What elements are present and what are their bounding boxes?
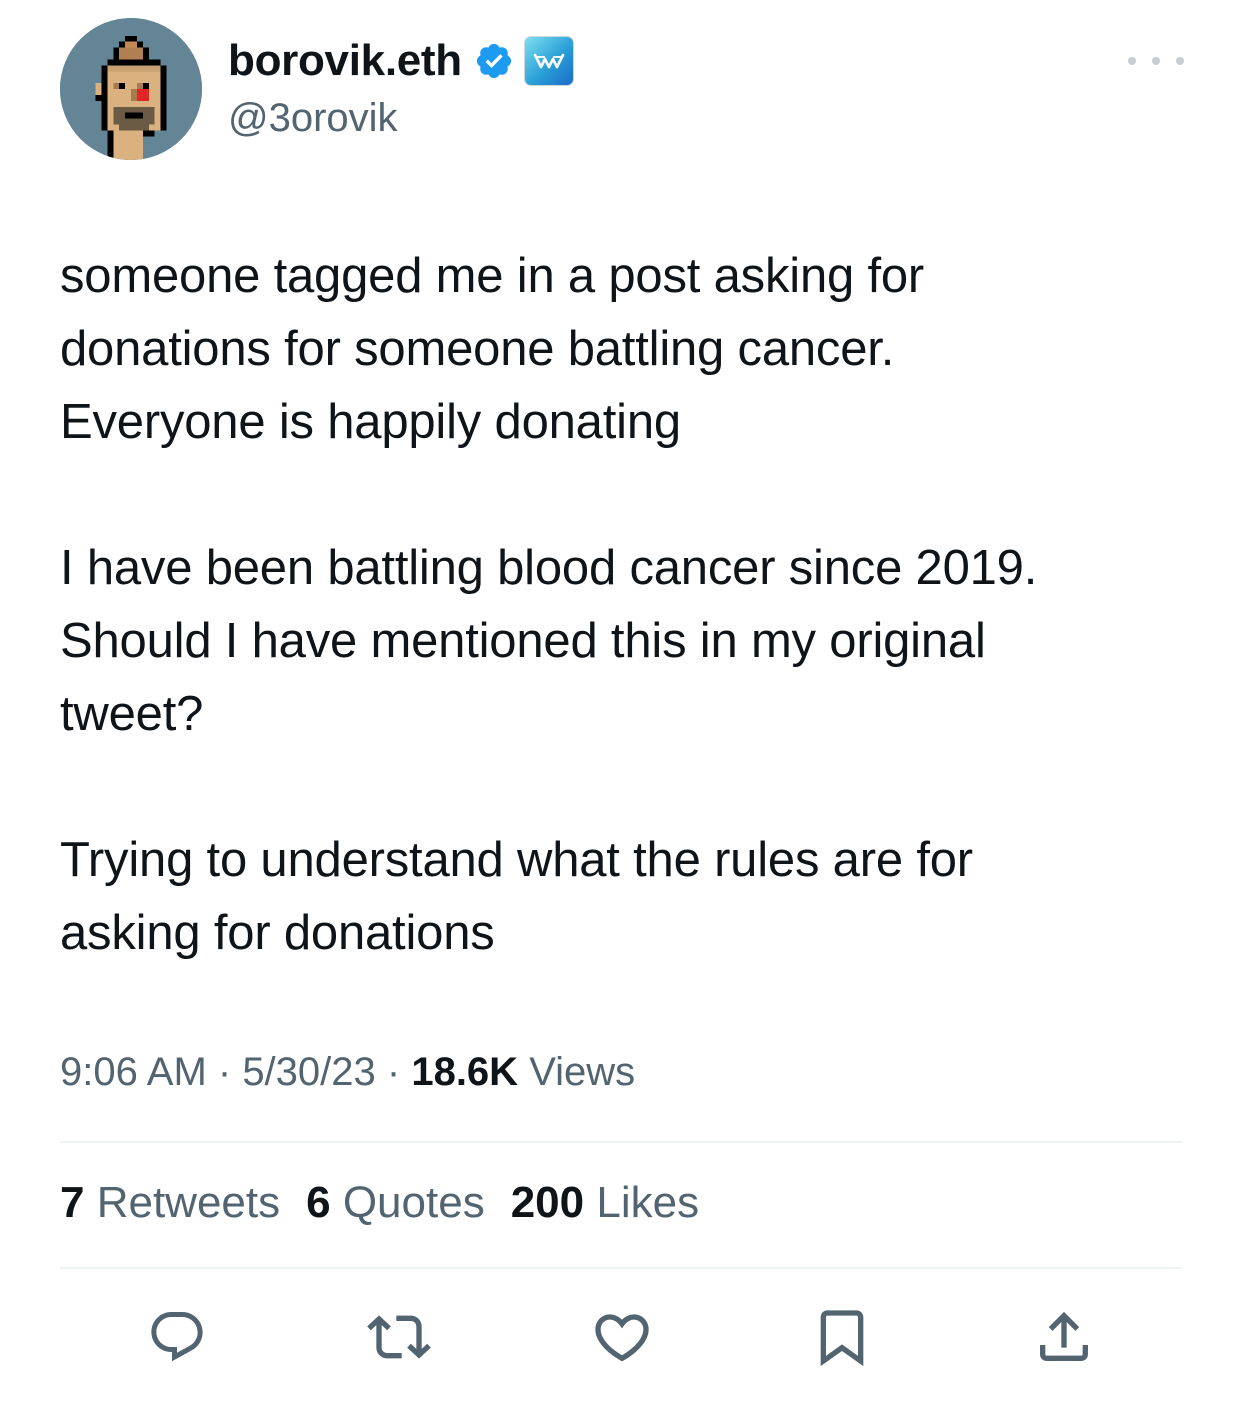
- engagement-stats: 7 Retweets 6 Quotes 200 Likes: [60, 1178, 725, 1228]
- like-button[interactable]: [590, 1305, 654, 1369]
- cryptopunk-avatar-icon: [60, 18, 202, 160]
- retweet-button[interactable]: [367, 1305, 431, 1369]
- views-label: Views: [518, 1050, 636, 1094]
- tweet-paragraph: I have been battling blood cancer since …: [60, 541, 1038, 741]
- more-dot: [1176, 57, 1184, 65]
- retweets-count: 7: [60, 1178, 85, 1227]
- retweets-label: Retweets: [84, 1178, 281, 1227]
- reply-icon: [151, 1312, 203, 1362]
- quotes-label: Quotes: [330, 1178, 485, 1227]
- more-dot: [1152, 57, 1160, 65]
- divider: [60, 1141, 1182, 1143]
- tweet-detail: borovik.eth @3orovik someone tagged me i…: [0, 0, 1242, 1425]
- tweet-time[interactable]: 9:06 AM: [60, 1050, 207, 1094]
- bookmark-button[interactable]: [810, 1305, 874, 1369]
- affiliate-badge-icon[interactable]: [523, 36, 574, 86]
- quotes-stat[interactable]: 6 Quotes: [306, 1178, 485, 1228]
- meta-separator: ·: [375, 1050, 412, 1094]
- more-options-icon[interactable]: [1128, 46, 1184, 76]
- share-button[interactable]: [1032, 1305, 1096, 1369]
- retweet-icon: [367, 1315, 431, 1359]
- divider: [60, 1267, 1182, 1269]
- reply-button[interactable]: [145, 1305, 209, 1369]
- likes-label: Likes: [584, 1178, 700, 1227]
- views-count: 18.6K: [411, 1050, 519, 1094]
- author-handle[interactable]: @3orovik: [228, 96, 398, 141]
- verified-badge-icon[interactable]: [474, 41, 514, 81]
- display-name[interactable]: borovik.eth: [228, 36, 462, 86]
- tweet-metadata: 9:06 AM · 5/30/23 · 18.6K Views: [60, 1050, 635, 1095]
- heart-icon: [595, 1314, 649, 1362]
- likes-stat[interactable]: 200 Likes: [511, 1178, 699, 1228]
- tweet-paragraph: someone tagged me in a post asking for d…: [60, 249, 925, 449]
- meta-separator: ·: [206, 1050, 243, 1094]
- author-name-row: borovik.eth: [228, 30, 574, 92]
- share-icon: [1040, 1311, 1088, 1361]
- tweet-paragraph: Trying to understand what the rules are …: [60, 833, 973, 960]
- tweet-date[interactable]: 5/30/23: [242, 1050, 375, 1094]
- likes-count: 200: [510, 1178, 585, 1227]
- quotes-count: 6: [306, 1178, 331, 1227]
- bookmark-icon: [820, 1310, 864, 1367]
- retweets-stat[interactable]: 7 Retweets: [60, 1178, 280, 1228]
- tweet-text: someone tagged me in a post asking for d…: [60, 240, 1200, 970]
- more-dot: [1128, 57, 1136, 65]
- avatar[interactable]: [60, 18, 202, 160]
